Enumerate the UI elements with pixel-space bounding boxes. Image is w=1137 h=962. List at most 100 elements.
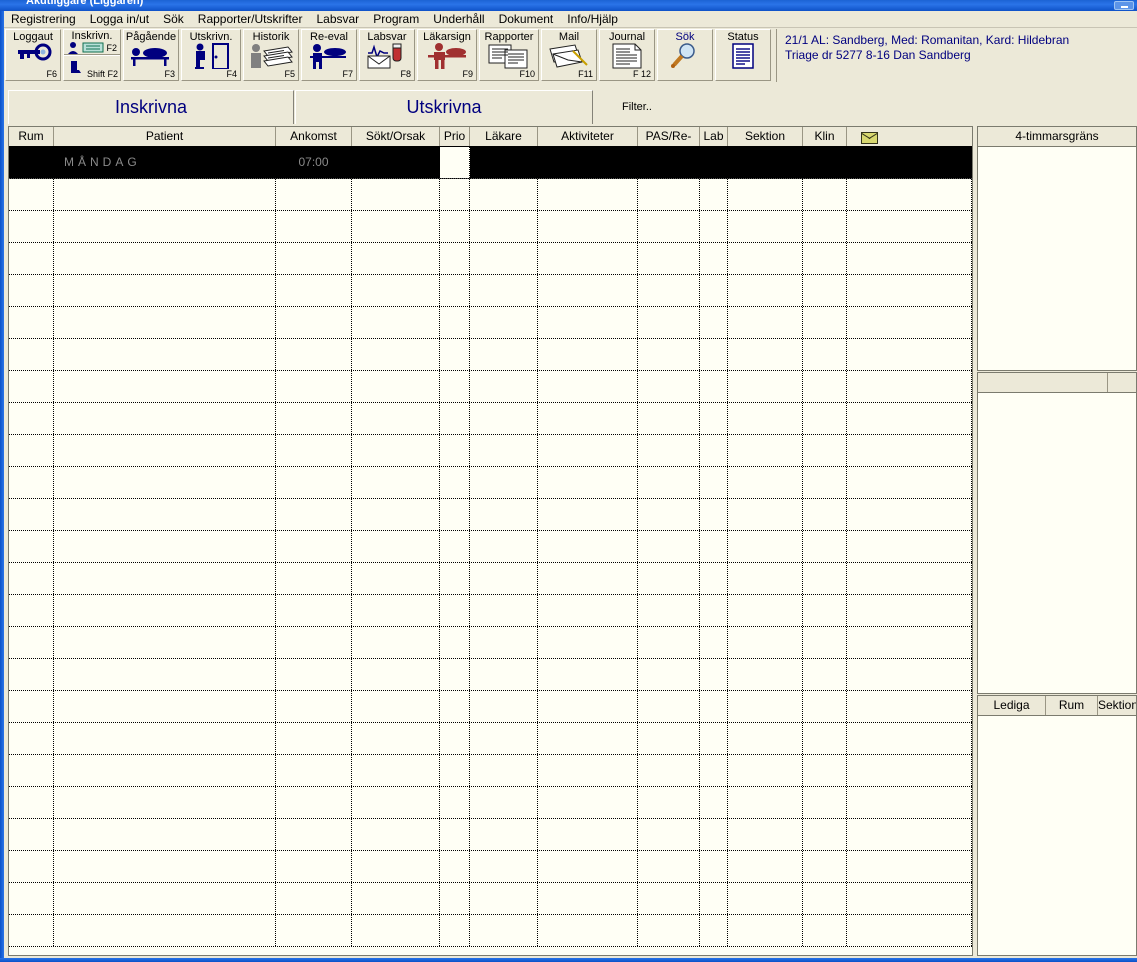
- grid-cell-sokt[interactable]: [352, 467, 440, 498]
- grid-cell-aktiviteter[interactable]: [538, 563, 638, 594]
- table-row[interactable]: [9, 467, 972, 499]
- grid-cell-klin[interactable]: [803, 563, 847, 594]
- table-row[interactable]: [9, 595, 972, 627]
- grid-cell-patient[interactable]: [54, 435, 276, 466]
- toolbar-button-utskrivn[interactable]: Utskrivn. F4: [181, 29, 241, 81]
- grid-cell-aktiviteter[interactable]: [538, 307, 638, 338]
- grid-cell-lakare[interactable]: [470, 243, 538, 274]
- grid-header-rum[interactable]: Rum: [9, 127, 54, 146]
- grid-cell-lab[interactable]: [700, 595, 728, 626]
- grid-cell-prio[interactable]: [440, 787, 470, 818]
- grid-cell-rum[interactable]: [9, 723, 54, 754]
- grid-cell-sektion[interactable]: [728, 243, 803, 274]
- grid-cell-ankomst[interactable]: [276, 787, 352, 818]
- grid-cell-lakare[interactable]: [470, 147, 538, 178]
- grid-cell-sokt[interactable]: [352, 211, 440, 242]
- grid-cell-prio[interactable]: [440, 819, 470, 850]
- grid-cell-ankomst[interactable]: [276, 627, 352, 658]
- toolbar-button-s-k[interactable]: Sök: [657, 29, 713, 81]
- table-row[interactable]: [9, 179, 972, 211]
- grid-cell-sektion[interactable]: [728, 179, 803, 210]
- grid-cell-lab[interactable]: [700, 755, 728, 786]
- grid-cell-klin[interactable]: [803, 627, 847, 658]
- grid-cell-sektion[interactable]: [728, 531, 803, 562]
- grid-cell-ankomst[interactable]: [276, 691, 352, 722]
- grid-cell-prio[interactable]: [440, 531, 470, 562]
- grid-cell-patient[interactable]: [54, 499, 276, 530]
- grid-cell-ankomst[interactable]: [276, 211, 352, 242]
- grid-cell-rum[interactable]: [9, 371, 54, 402]
- grid-header-mail[interactable]: [847, 127, 972, 146]
- grid-cell-lakare[interactable]: [470, 691, 538, 722]
- grid-cell-mail[interactable]: [847, 211, 972, 242]
- grid-cell-sektion[interactable]: [728, 147, 803, 178]
- table-row[interactable]: [9, 915, 972, 947]
- table-row[interactable]: [9, 851, 972, 883]
- grid-cell-lab[interactable]: [700, 243, 728, 274]
- grid-cell-ankomst[interactable]: [276, 243, 352, 274]
- grid-cell-patient[interactable]: [54, 179, 276, 210]
- grid-cell-prio[interactable]: [440, 147, 470, 178]
- grid-cell-sokt[interactable]: [352, 915, 440, 946]
- grid-cell-pasre[interactable]: [638, 723, 700, 754]
- grid-cell-ankomst[interactable]: [276, 435, 352, 466]
- grid-cell-patient[interactable]: [54, 819, 276, 850]
- grid-cell-patient[interactable]: [54, 531, 276, 562]
- grid-cell-sektion[interactable]: [728, 851, 803, 882]
- grid-cell-prio[interactable]: [440, 627, 470, 658]
- grid-cell-lakare[interactable]: [470, 851, 538, 882]
- grid-cell-lab[interactable]: [700, 339, 728, 370]
- table-row[interactable]: MÅNDAG 07:00: [9, 147, 972, 179]
- grid-cell-pasre[interactable]: [638, 595, 700, 626]
- toolbar-button-inskrivn[interactable]: Inskrivn. F2 Shift F2: [63, 29, 121, 81]
- grid-cell-lab[interactable]: [700, 915, 728, 946]
- menu-item-labsvar[interactable]: Labsvar: [309, 11, 366, 28]
- grid-cell-patient[interactable]: [54, 243, 276, 274]
- grid-cell-pasre[interactable]: [638, 403, 700, 434]
- grid-cell-klin[interactable]: [803, 147, 847, 178]
- table-row[interactable]: [9, 691, 972, 723]
- grid-cell-pasre[interactable]: [638, 499, 700, 530]
- grid-cell-aktiviteter[interactable]: [538, 851, 638, 882]
- grid-cell-klin[interactable]: [803, 531, 847, 562]
- grid-cell-pasre[interactable]: [638, 275, 700, 306]
- grid-cell-mail[interactable]: [847, 691, 972, 722]
- grid-cell-patient[interactable]: [54, 691, 276, 722]
- grid-cell-prio[interactable]: [440, 211, 470, 242]
- grid-cell-pasre[interactable]: [638, 819, 700, 850]
- grid-cell-ankomst[interactable]: [276, 403, 352, 434]
- grid-cell-sokt[interactable]: [352, 883, 440, 914]
- grid-cell-lab[interactable]: [700, 819, 728, 850]
- toolbar-button-re-eval[interactable]: Re-eval F7: [301, 29, 357, 81]
- table-row[interactable]: [9, 819, 972, 851]
- grid-cell-patient[interactable]: [54, 883, 276, 914]
- grid-cell-lakare[interactable]: [470, 627, 538, 658]
- grid-cell-sokt[interactable]: [352, 595, 440, 626]
- table-row[interactable]: [9, 563, 972, 595]
- grid-cell-rum[interactable]: [9, 211, 54, 242]
- grid-cell-mail[interactable]: [847, 371, 972, 402]
- grid-cell-aktiviteter[interactable]: [538, 819, 638, 850]
- grid-cell-prio[interactable]: [440, 339, 470, 370]
- grid-cell-lab[interactable]: [700, 275, 728, 306]
- grid-cell-sektion[interactable]: [728, 403, 803, 434]
- menu-item-program[interactable]: Program: [366, 11, 426, 28]
- grid-cell-lab[interactable]: [700, 467, 728, 498]
- toolbar-button-status[interactable]: Status: [715, 29, 771, 81]
- grid-cell-rum[interactable]: [9, 819, 54, 850]
- grid-cell-mail[interactable]: [847, 179, 972, 210]
- grid-cell-patient[interactable]: [54, 627, 276, 658]
- grid-cell-aktiviteter[interactable]: [538, 435, 638, 466]
- grid-cell-rum[interactable]: [9, 499, 54, 530]
- table-row[interactable]: [9, 883, 972, 915]
- grid-cell-mail[interactable]: [847, 627, 972, 658]
- grid-cell-ankomst[interactable]: [276, 531, 352, 562]
- grid-cell-klin[interactable]: [803, 467, 847, 498]
- grid-cell-mail[interactable]: [847, 531, 972, 562]
- grid-cell-rum[interactable]: [9, 435, 54, 466]
- grid-cell-rum[interactable]: [9, 307, 54, 338]
- grid-cell-lakare[interactable]: [470, 915, 538, 946]
- grid-cell-patient[interactable]: [54, 339, 276, 370]
- grid-cell-prio[interactable]: [440, 403, 470, 434]
- grid-cell-mail[interactable]: [847, 819, 972, 850]
